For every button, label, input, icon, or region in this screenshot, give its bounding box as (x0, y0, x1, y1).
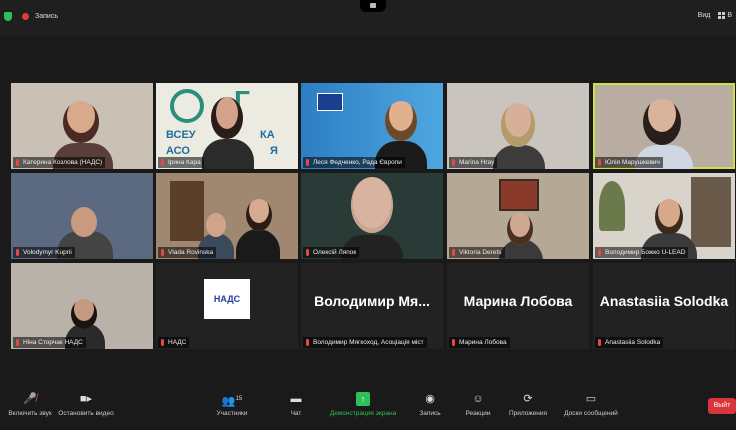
view-control[interactable]: Вид В (698, 12, 732, 19)
participant-name: Володимир Божко U-LEAD (595, 247, 689, 258)
video-tile-13[interactable]: Володимир Мя... Володимир Мягкоход, Асоц… (301, 263, 443, 349)
security-shield-icon[interactable] (4, 12, 12, 21)
whiteboard-label: Доски сообщений (564, 410, 618, 417)
video-tile-5-active-speaker[interactable]: Юлія Марушкевич (593, 83, 735, 169)
video-tile-10[interactable]: Володимир Божко U-LEAD (593, 173, 735, 259)
stop-video-button[interactable]: ■▸ Остановить видео (56, 392, 116, 417)
participant-name: Леся Федченко, Рада Європи (303, 157, 405, 168)
video-tile-2[interactable]: Г ВСЕУ КА АСО Я Ірина Кара (156, 83, 298, 169)
participant-name: Юлія Марушкевич (595, 157, 663, 168)
participant-head (507, 213, 533, 245)
video-camera-icon: ■▸ (79, 393, 93, 405)
participant-head (501, 103, 535, 147)
video-tile-9[interactable]: Viktoria Derets (447, 173, 589, 259)
participant-name: Vlada Rovinska (158, 247, 217, 258)
video-tile-12[interactable]: НАДС НАДС (156, 263, 298, 349)
participants-icon: 👥15 (221, 395, 243, 408)
participant-name: Viktoria Derets (449, 247, 505, 258)
participant-head (643, 99, 681, 145)
wall-painting (499, 179, 539, 211)
participant-head (655, 199, 683, 235)
whiteboard-button[interactable]: ▭ Доски сообщений (556, 392, 626, 417)
participants-button[interactable]: 👥15 Участники (202, 392, 262, 417)
top-left-status: Запись (4, 12, 58, 21)
camera-notch (360, 0, 386, 12)
participant-name: Олексій Ляпок (303, 247, 360, 258)
participant-name: Anastasiia Solodka (595, 337, 664, 348)
video-tile-15[interactable]: Anastasiia Solodka Anastasiia Solodka (593, 263, 735, 349)
participant-name: Володимир Мягкоход, Асоціація міст (303, 337, 427, 348)
nads-logo-text: НАДС (213, 294, 241, 304)
banner-text-3: АСО (166, 145, 190, 157)
share-screen-button[interactable]: ↑ Демонстрация экрана (318, 392, 408, 417)
plant (599, 181, 625, 231)
shelf (691, 177, 731, 247)
chat-label: Чат (290, 410, 302, 417)
participant-name: Ніна Сторчак НАДС (13, 337, 86, 348)
bookshelf (170, 181, 204, 241)
participant-silhouette (236, 229, 280, 259)
banner-text-4: Я (270, 145, 278, 157)
participant-name: Ірина Кара (158, 157, 204, 168)
participant-name: Volodymyr Kuprii (13, 247, 75, 258)
share-screen-label: Демонстрация экрана (329, 410, 397, 417)
banner-circle-icon (170, 89, 204, 123)
video-tile-3[interactable]: Леся Федченко, Рада Європи (301, 83, 443, 169)
chat-button[interactable]: ▬ Чат (266, 392, 326, 417)
stop-video-label: Остановить видео (58, 410, 114, 417)
participant-head (71, 207, 97, 237)
video-tile-4[interactable]: Marina Hray (447, 83, 589, 169)
participant-silhouette (493, 145, 545, 169)
participant-head (211, 97, 243, 139)
video-tile-1[interactable]: Катерина Козлова (НАДС) (11, 83, 153, 169)
meeting-top-bar: Запись Вид В (0, 0, 736, 36)
participant-display-name: Anastasiia Solodka (599, 293, 729, 309)
participant-name: Marina Hray (449, 157, 498, 168)
participant-display-name: Володимир Мя... (314, 293, 430, 309)
chat-bubble-icon: ▬ (290, 393, 302, 405)
video-tile-14[interactable]: Марина Лобова Марина Лобова (447, 263, 589, 349)
participant-head (63, 101, 99, 143)
leave-button[interactable]: Выйт (708, 398, 736, 414)
banner-text-1: ВСЕУ (166, 129, 196, 141)
participant-silhouette (202, 139, 254, 169)
video-tile-7[interactable]: Vlada Rovinska (156, 173, 298, 259)
apps-button[interactable]: ⟳ Приложения (498, 392, 558, 417)
whiteboard-icon: ▭ (585, 393, 597, 405)
unmute-label: Включить звук (8, 410, 52, 417)
participant-head (351, 177, 393, 233)
participant-head (71, 299, 97, 329)
video-tile-6[interactable]: Volodymyr Kuprii (11, 173, 153, 259)
video-tile-11[interactable]: Ніна Сторчак НАДС (11, 263, 153, 349)
share-screen-icon: ↑ (356, 392, 370, 406)
nads-logo: НАДС (204, 279, 250, 319)
council-of-europe-flag-icon (317, 93, 343, 111)
video-tile-8[interactable]: Олексій Ляпок (301, 173, 443, 259)
participants-label: Участники (216, 410, 248, 417)
participant-display-name: Марина Лобова (463, 293, 573, 309)
participant-head (385, 101, 417, 141)
recording-dot-icon (22, 13, 29, 20)
apps-icon: ⟳ (523, 393, 533, 405)
view-label[interactable]: Вид (698, 12, 711, 19)
unmute-button[interactable]: 🎤̸ Включить звук (0, 392, 60, 417)
banner-text-2: КА (260, 129, 275, 141)
record-label: Запись (419, 410, 441, 417)
recording-label: Запись (35, 13, 58, 20)
view-extra-label: В (727, 12, 732, 19)
participant-head (246, 199, 272, 231)
participant-name: Катерина Козлова (НАДС) (13, 157, 106, 168)
muted-mic-icon: 🎤̸ (23, 393, 37, 405)
participant-head (206, 213, 226, 237)
meeting-toolbar: 🎤̸ Включить звук ■▸ Остановить видео 👥15… (0, 388, 736, 430)
apps-label: Приложения (508, 410, 548, 417)
reactions-label: Реакции (465, 410, 491, 417)
participant-name: Марина Лобова (449, 337, 510, 348)
gallery-grid-icon (718, 12, 726, 19)
participant-name: НАДС (158, 337, 190, 348)
participants-count: 15 (235, 396, 243, 402)
